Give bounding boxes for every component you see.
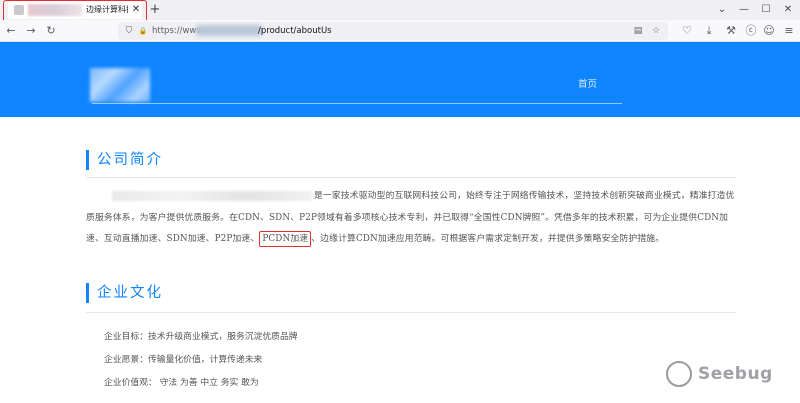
- company-name-redacted: [112, 190, 312, 201]
- intro-text-part2: 、边缘计算CDN加速应用范畴。可根据客户需求定制开发，并提供多策略安全防护措施。: [311, 234, 665, 244]
- new-tab-button[interactable]: +: [148, 1, 162, 18]
- menu-icon[interactable]: ≡: [782, 24, 796, 38]
- reload-button[interactable]: ↻: [44, 24, 58, 38]
- intro-paragraph: 是一家技术驱动型的互联网科技公司，始终专注于网络传输技术，坚持技术创新突破商业模…: [86, 186, 736, 251]
- culture-item-values: 企业价值观： 守法 为善 中立 务实 敢为: [104, 378, 259, 388]
- tab-favicon-icon: [14, 5, 24, 15]
- section-title-intro: 公司简介: [86, 150, 163, 170]
- url-path: /product/aboutUs: [258, 26, 332, 36]
- url-domain-redacted: [196, 25, 262, 36]
- seebug-logo-icon: [666, 361, 692, 387]
- shield-icon[interactable]: ⛉: [123, 24, 135, 38]
- download-icon[interactable]: ⤓: [702, 24, 716, 38]
- bookmark-star-icon[interactable]: ☆: [650, 24, 662, 38]
- reader-view-icon[interactable]: ▤: [632, 24, 644, 38]
- section-divider: [86, 312, 736, 313]
- site-logo-redacted: [90, 68, 150, 102]
- browser-nav-bar: ← → ↻ ⛉ 🔒 https://www. /product/aboutUs …: [0, 20, 800, 42]
- culture-item-goal: 企业目标：技术升级商业模式，服务沉淀优质品牌: [104, 332, 298, 342]
- pcdn-highlight: PCDN加速: [259, 231, 312, 247]
- close-window-button[interactable]: ✕: [782, 3, 794, 17]
- url-bar[interactable]: ⛉ 🔒 https://www. /product/aboutUs ▤ ☆: [118, 22, 668, 40]
- pocket-icon[interactable]: ♡: [680, 24, 694, 38]
- minimize-window-button[interactable]: —: [738, 3, 750, 17]
- nav-divider: [92, 103, 622, 104]
- lock-icon[interactable]: 🔒: [137, 24, 149, 38]
- site-header: 首页: [0, 42, 800, 117]
- tab-list-dropdown-icon[interactable]: ⌄: [716, 3, 728, 17]
- tab-close-icon[interactable]: ✕: [131, 3, 141, 17]
- watermark-text: Seebug: [698, 364, 773, 384]
- section-title-culture: 企业文化: [86, 283, 163, 303]
- browser-tab[interactable]: 边缘计算科技有 ✕: [8, 1, 142, 19]
- back-button[interactable]: ←: [4, 24, 18, 38]
- extension-icon[interactable]: ⓒ: [744, 24, 758, 38]
- nav-home-link[interactable]: 首页: [578, 76, 597, 90]
- maximize-window-button[interactable]: ☐: [760, 3, 772, 17]
- tools-icon[interactable]: ⚒: [724, 24, 738, 38]
- tab-title: 边缘计算科技有: [86, 5, 128, 14]
- forward-button[interactable]: →: [24, 24, 38, 38]
- section-divider: [86, 177, 736, 178]
- profile-icon[interactable]: ☺: [762, 24, 776, 38]
- tab-title-redacted: [28, 4, 82, 16]
- browser-tab-bar: 边缘计算科技有 ✕ + ⌄ — ☐ ✕: [0, 0, 800, 22]
- culture-item-vision: 企业愿景：传输量化价值，计算传递未来: [104, 355, 263, 365]
